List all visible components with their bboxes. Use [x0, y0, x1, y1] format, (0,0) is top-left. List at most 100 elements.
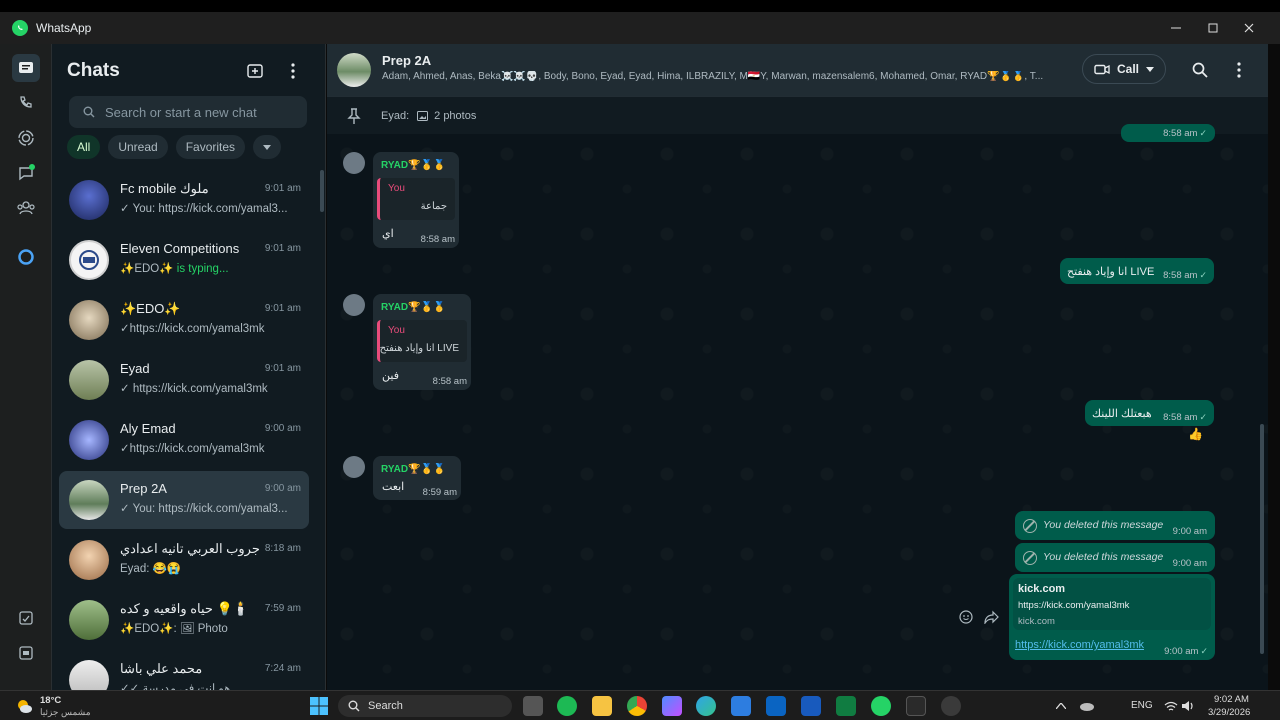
- new-chat-icon[interactable]: [244, 60, 266, 82]
- top-border: [0, 0, 1280, 12]
- quoted-message[interactable]: You جماعة: [377, 178, 455, 220]
- conversation-scrollbar[interactable]: [1260, 424, 1264, 654]
- message-bubble-incoming[interactable]: RYAD🏆🥇🥇 ابعت 8:59 am: [373, 456, 461, 500]
- pin-icon: [347, 107, 361, 124]
- message-time: 8:58 am: [432, 376, 467, 387]
- message-reaction[interactable]: 👍: [1188, 427, 1203, 441]
- chat-row[interactable]: محمد علي باشا 7:24 am ✓✓ هو انت في مدرسة: [59, 651, 309, 690]
- message-sender: RYAD🏆🥇🥇: [381, 464, 446, 475]
- filter-unread[interactable]: Unread: [108, 135, 168, 159]
- message-bubble-incoming[interactable]: RYAD🏆🥇🥇 You انا وإياد هنفتح LIVE فين 8:5…: [373, 294, 471, 390]
- menu-icon[interactable]: [282, 60, 304, 82]
- chat-list-scrollbar[interactable]: [320, 170, 324, 212]
- starred-messages-icon[interactable]: [12, 604, 40, 632]
- chat-row[interactable]: ✨EDO✨ 9:01 am ✓https://kick.com/yamal3mk: [59, 291, 309, 349]
- typing-indicator: is typing...: [176, 263, 229, 275]
- task-view-icon[interactable]: [523, 696, 543, 716]
- channels-icon[interactable]: [12, 159, 40, 187]
- chat-time: 9:01 am: [264, 183, 301, 194]
- filter-favorites[interactable]: Favorites: [175, 135, 246, 159]
- weather-temperature[interactable]: 18°C: [40, 695, 61, 706]
- maximize-button[interactable]: [1195, 12, 1231, 44]
- meta-ai-icon[interactable]: [12, 243, 40, 271]
- chat-name: Prep 2A: [120, 481, 167, 496]
- chat-last-message: ✨EDO✨: 🖼 Photo: [120, 623, 228, 635]
- whatsapp-taskbar-icon[interactable]: [871, 696, 891, 716]
- weather-icon[interactable]: [14, 696, 34, 716]
- weather-description[interactable]: مشمس جزئيا: [40, 707, 91, 718]
- message-time: 8:59 am: [422, 487, 457, 498]
- search-input[interactable]: Search or start a new chat: [69, 96, 307, 128]
- chat-name: Fc mobile ملوك: [120, 181, 209, 196]
- react-emoji-icon[interactable]: [959, 610, 975, 626]
- message-text: اي: [382, 228, 394, 240]
- call-button[interactable]: Call: [1082, 54, 1166, 84]
- conversation-header[interactable]: Prep 2A Adam, Ahmed, Anas, Beka☠️☠️💀, Bo…: [327, 44, 1268, 96]
- capcut-icon[interactable]: [906, 696, 926, 716]
- settings-gear-icon[interactable]: [941, 696, 961, 716]
- forward-icon[interactable]: [984, 610, 1000, 626]
- chat-row[interactable]: Eleven Competitions 9:01 am ✨EDO✨ is typ…: [59, 231, 309, 289]
- volume-icon[interactable]: [1178, 696, 1198, 716]
- chat-last-message: ✓ You: https://kick.com/yamal3...: [120, 203, 288, 215]
- message-time: 9:00 am: [1172, 558, 1207, 569]
- message-bubble-outgoing[interactable]: انا وإياد هنفتح LIVE 8:58 am ✓: [1060, 258, 1214, 284]
- message-bubble-incoming[interactable]: RYAD🏆🥇🥇 You جماعة اي 8:58 am: [373, 152, 459, 248]
- message-link[interactable]: https://kick.com/yamal3mk: [1015, 639, 1144, 651]
- group-avatar[interactable]: [337, 53, 371, 87]
- clock-date[interactable]: 3/29/2026: [1208, 707, 1250, 718]
- chat-row[interactable]: Aly Emad 9:00 am ✓https://kick.com/yamal…: [59, 411, 309, 469]
- status-icon[interactable]: [12, 124, 40, 152]
- message-bubble-outgoing[interactable]: 8:58 am ✓: [1121, 124, 1215, 142]
- search-messages-icon[interactable]: [1189, 59, 1211, 81]
- communities-icon[interactable]: [12, 194, 40, 222]
- archived-icon[interactable]: [12, 639, 40, 667]
- message-bubble-outgoing[interactable]: هبعتلك اللينك 8:58 am ✓: [1085, 400, 1214, 426]
- word-icon[interactable]: [801, 696, 821, 716]
- clock-time[interactable]: 9:02 AM: [1214, 694, 1249, 705]
- chevron-up-icon[interactable]: [1051, 696, 1071, 716]
- message-time: 8:58 am ✓: [1163, 128, 1207, 139]
- copilot-icon[interactable]: [662, 696, 682, 716]
- deleted-icon: [1023, 519, 1037, 533]
- close-button[interactable]: [1231, 12, 1267, 44]
- quoted-message[interactable]: You انا وإياد هنفتح LIVE: [377, 320, 467, 362]
- avatar: [69, 180, 109, 220]
- sender-avatar[interactable]: [343, 152, 365, 174]
- group-members: Adam, Ahmed, Anas, Beka☠️☠️💀, Body, Bono…: [382, 71, 1044, 82]
- sender-avatar[interactable]: [343, 456, 365, 478]
- store-icon[interactable]: [731, 696, 751, 716]
- deleted-message-bubble[interactable]: You deleted this message 9:00 am: [1015, 543, 1215, 572]
- chats-icon[interactable]: [12, 54, 40, 82]
- title-bar: WhatsApp: [0, 12, 1280, 44]
- deleted-message-bubble[interactable]: You deleted this message 9:00 am: [1015, 511, 1215, 540]
- taskbar-search[interactable]: Search: [338, 695, 512, 717]
- pinned-content: 2 photos: [434, 109, 477, 122]
- filter-more-chevron-icon[interactable]: [253, 135, 282, 159]
- conversation-menu-icon[interactable]: [1228, 59, 1250, 81]
- file-explorer-icon[interactable]: [592, 696, 612, 716]
- excel-icon[interactable]: [836, 696, 856, 716]
- whatsapp-logo-icon: [12, 20, 28, 36]
- outlook-icon[interactable]: [766, 696, 786, 716]
- filter-all[interactable]: All: [67, 135, 101, 159]
- link-message-bubble[interactable]: kick.com https://kick.com/yamal3mk kick.…: [1009, 574, 1215, 660]
- group-name[interactable]: Prep 2A: [382, 53, 431, 68]
- onedrive-icon[interactable]: [1076, 696, 1096, 716]
- spotify-icon[interactable]: [557, 696, 577, 716]
- calls-icon[interactable]: [12, 89, 40, 117]
- edge-icon[interactable]: [696, 696, 716, 716]
- start-icon[interactable]: [309, 696, 329, 716]
- sender-avatar[interactable]: [343, 294, 365, 316]
- language-indicator[interactable]: ENG: [1131, 700, 1153, 711]
- chat-row[interactable]: جروب العربي تانيه اعدادي 8:18 am Eyad: 😂…: [59, 531, 309, 589]
- minimize-button[interactable]: [1158, 12, 1194, 44]
- chat-row[interactable]: حياه واقعيه و كده 💡🕯️ 7:59 am ✨EDO✨: 🖼 P…: [59, 591, 309, 649]
- chat-row[interactable]: Fc mobile ملوك 9:01 am ✓ You: https://ki…: [59, 171, 309, 229]
- chrome-icon[interactable]: [627, 696, 647, 716]
- link-preview-card[interactable]: kick.com https://kick.com/yamal3mk kick.…: [1013, 578, 1211, 630]
- chat-last-message: ✓https://kick.com/yamal3mk: [120, 443, 265, 455]
- chat-row-selected[interactable]: Prep 2A 9:00 am ✓ You: https://kick.com/…: [59, 471, 309, 529]
- message-sender: RYAD🏆🥇🥇: [381, 302, 446, 313]
- chat-row[interactable]: Eyad 9:01 am ✓ https://kick.com/yamal3mk: [59, 351, 309, 409]
